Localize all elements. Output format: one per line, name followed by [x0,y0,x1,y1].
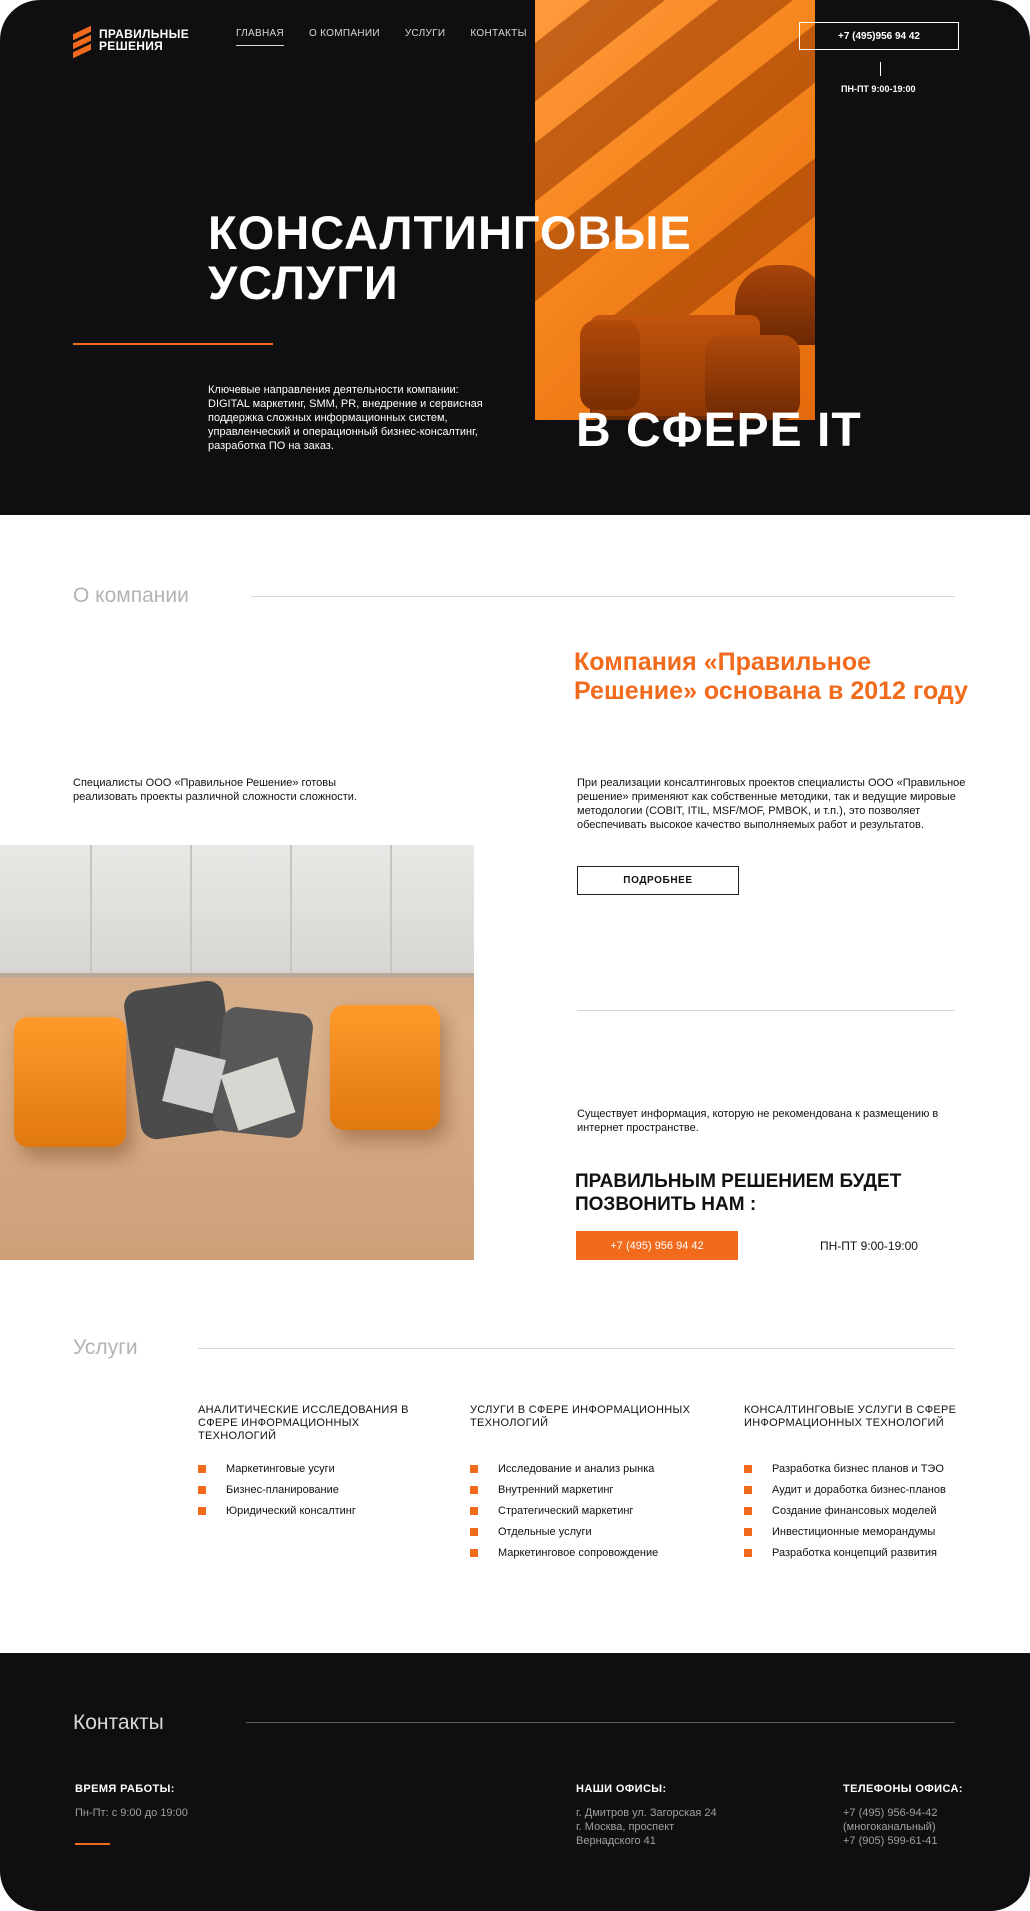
office-address: г. Дмитров ул. Загорская 24 г. Москва, п… [576,1807,717,1847]
office-phone-link[interactable]: +7 (905) 599-61-41 [843,1834,937,1848]
bullet-icon [744,1465,752,1473]
header-phone-button[interactable]: +7 (495)956 94 42 [799,22,959,50]
services-list-item[interactable]: Создание финансовых моделей [744,1504,974,1518]
bullet-icon [470,1465,478,1473]
page: ПРАВИЛЬНЫЕ РЕШЕНИЯ ГЛАВНАЯ О КОМПАНИИ УС… [0,0,1030,1911]
offices-label: НАШИ ОФИСЫ: [576,1783,667,1795]
services-list-item[interactable]: Разработка бизнес планов и ТЭО [744,1462,974,1476]
bullet-icon [470,1507,478,1515]
bullet-icon [744,1507,752,1515]
header-divider [880,62,881,76]
services-list-item[interactable]: Внутренний маркетинг [470,1483,700,1497]
services-column-title: КОНСАЛТИНГОВЫЕ УСЛУГИ В СФЕРЕ ИНФОРМАЦИО… [744,1404,957,1429]
more-button[interactable]: ПОДРОБНЕЕ [577,866,739,895]
bullet-icon [198,1486,206,1494]
nav-item-services[interactable]: УСЛУГИ [405,28,446,46]
bullet-icon [198,1465,206,1473]
contacts-section-line [246,1722,955,1723]
logo-text: ПРАВИЛЬНЫЕ РЕШЕНИЯ [99,27,189,53]
services-list-item[interactable]: Отдельные услуги [470,1525,700,1539]
services-section-line [198,1348,955,1349]
services-list-item[interactable]: Маркетинговые усуги [198,1462,428,1476]
contacts-accent-line [75,1843,110,1845]
services-column-analytics: АНАЛИТИЧЕСКИЕ ИССЛЕДОВАНИЯ В СФЕРЕ ИНФОР… [198,1404,428,1525]
services-list-item[interactable]: Юридический консалтинг [198,1504,428,1518]
bullet-icon [470,1549,478,1557]
services-list-item[interactable]: Инвестиционные меморандумы [744,1525,974,1539]
services-section-title: Услуги [73,1336,138,1359]
bullet-icon [744,1549,752,1557]
hero-title: КОНСАЛТИНГОВЫЕ УСЛУГИ [208,206,692,309]
services-list-item[interactable]: Исследование и анализ рынка [470,1462,700,1476]
hours-value: Пн-Пт: с 9:00 до 19:00 [75,1807,188,1819]
services-column-it: УСЛУГИ В СФЕРЕ ИНФОРМАЦИОННЫХ ТЕХНОЛОГИЙ… [470,1404,700,1567]
hours-label: ВРЕМЯ РАБОТЫ: [75,1783,175,1795]
bullet-icon [470,1486,478,1494]
header-hours: ПН-ПТ 9:00-19:00 [841,84,916,94]
hero-title-suffix: В СФЕРЕ IT [576,404,862,457]
about-section-title: О компании [73,584,189,607]
contacts-section-title: Контакты [73,1711,164,1734]
call-hours: ПН-ПТ 9:00-19:00 [820,1239,918,1253]
about-note: Существует информация, которую не рекоме… [577,1108,939,1134]
bullet-icon [470,1528,478,1536]
office-table-photo [0,845,474,1260]
bullet-icon [744,1486,752,1494]
hero-description: Ключевые направления деятельности компан… [208,384,483,452]
main-nav: ГЛАВНАЯ О КОМПАНИИ УСЛУГИ КОНТАКТЫ [236,28,527,46]
services-list-item[interactable]: Бизнес-планирование [198,1483,428,1497]
about-text: При реализации консалтинговых проектов с… [577,777,966,831]
about-section-line [251,596,955,597]
office-phone-link[interactable]: +7 (495) 956-94-42 [843,1806,937,1820]
nav-item-home[interactable]: ГЛАВНАЯ [236,28,284,46]
logo[interactable]: ПРАВИЛЬНЫЕ РЕШЕНИЯ [73,25,194,59]
services-list-item[interactable]: Стратегический маркетинг [470,1504,700,1518]
services-list-item[interactable]: Маркетинговое сопровождение [470,1546,700,1560]
hero-section: ПРАВИЛЬНЫЕ РЕШЕНИЯ ГЛАВНАЯ О КОМПАНИИ УС… [0,0,1030,515]
hero-accent-line [73,343,273,345]
bullet-icon [198,1507,206,1515]
services-column-consulting: КОНСАЛТИНГОВЫЕ УСЛУГИ В СФЕРЕ ИНФОРМАЦИО… [744,1404,974,1567]
call-phone-button[interactable]: +7 (495) 956 94 42 [576,1231,738,1260]
services-list-item[interactable]: Аудит и доработка бизнес-планов [744,1483,974,1497]
phones-label: ТЕЛЕФОНЫ ОФИСА: [843,1783,963,1795]
services-column-title: УСЛУГИ В СФЕРЕ ИНФОРМАЦИОННЫХ ТЕХНОЛОГИЙ [470,1404,691,1429]
about-lead-text: Специалисты ООО «Правильное Решение» гот… [73,777,357,803]
contacts-section [0,1653,1030,1911]
logo-icon [73,25,91,59]
bullet-icon [744,1528,752,1536]
services-list-item[interactable]: Разработка концепций развития [744,1546,974,1560]
about-divider [577,1010,955,1011]
nav-item-contacts[interactable]: КОНТАКТЫ [470,28,526,46]
call-title: ПРАВИЛЬНЫМ РЕШЕНИЕМ БУДЕТ ПОЗВОНИТЬ НАМ … [575,1171,902,1215]
about-heading: Компания «Правильное Решение» основана в… [574,648,969,705]
nav-item-about[interactable]: О КОМПАНИИ [309,28,380,46]
services-column-title: АНАЛИТИЧЕСКИЕ ИССЛЕДОВАНИЯ В СФЕРЕ ИНФОР… [198,1404,409,1442]
office-phones: +7 (495) 956-94-42 (многоканальный) +7 (… [843,1806,938,1848]
